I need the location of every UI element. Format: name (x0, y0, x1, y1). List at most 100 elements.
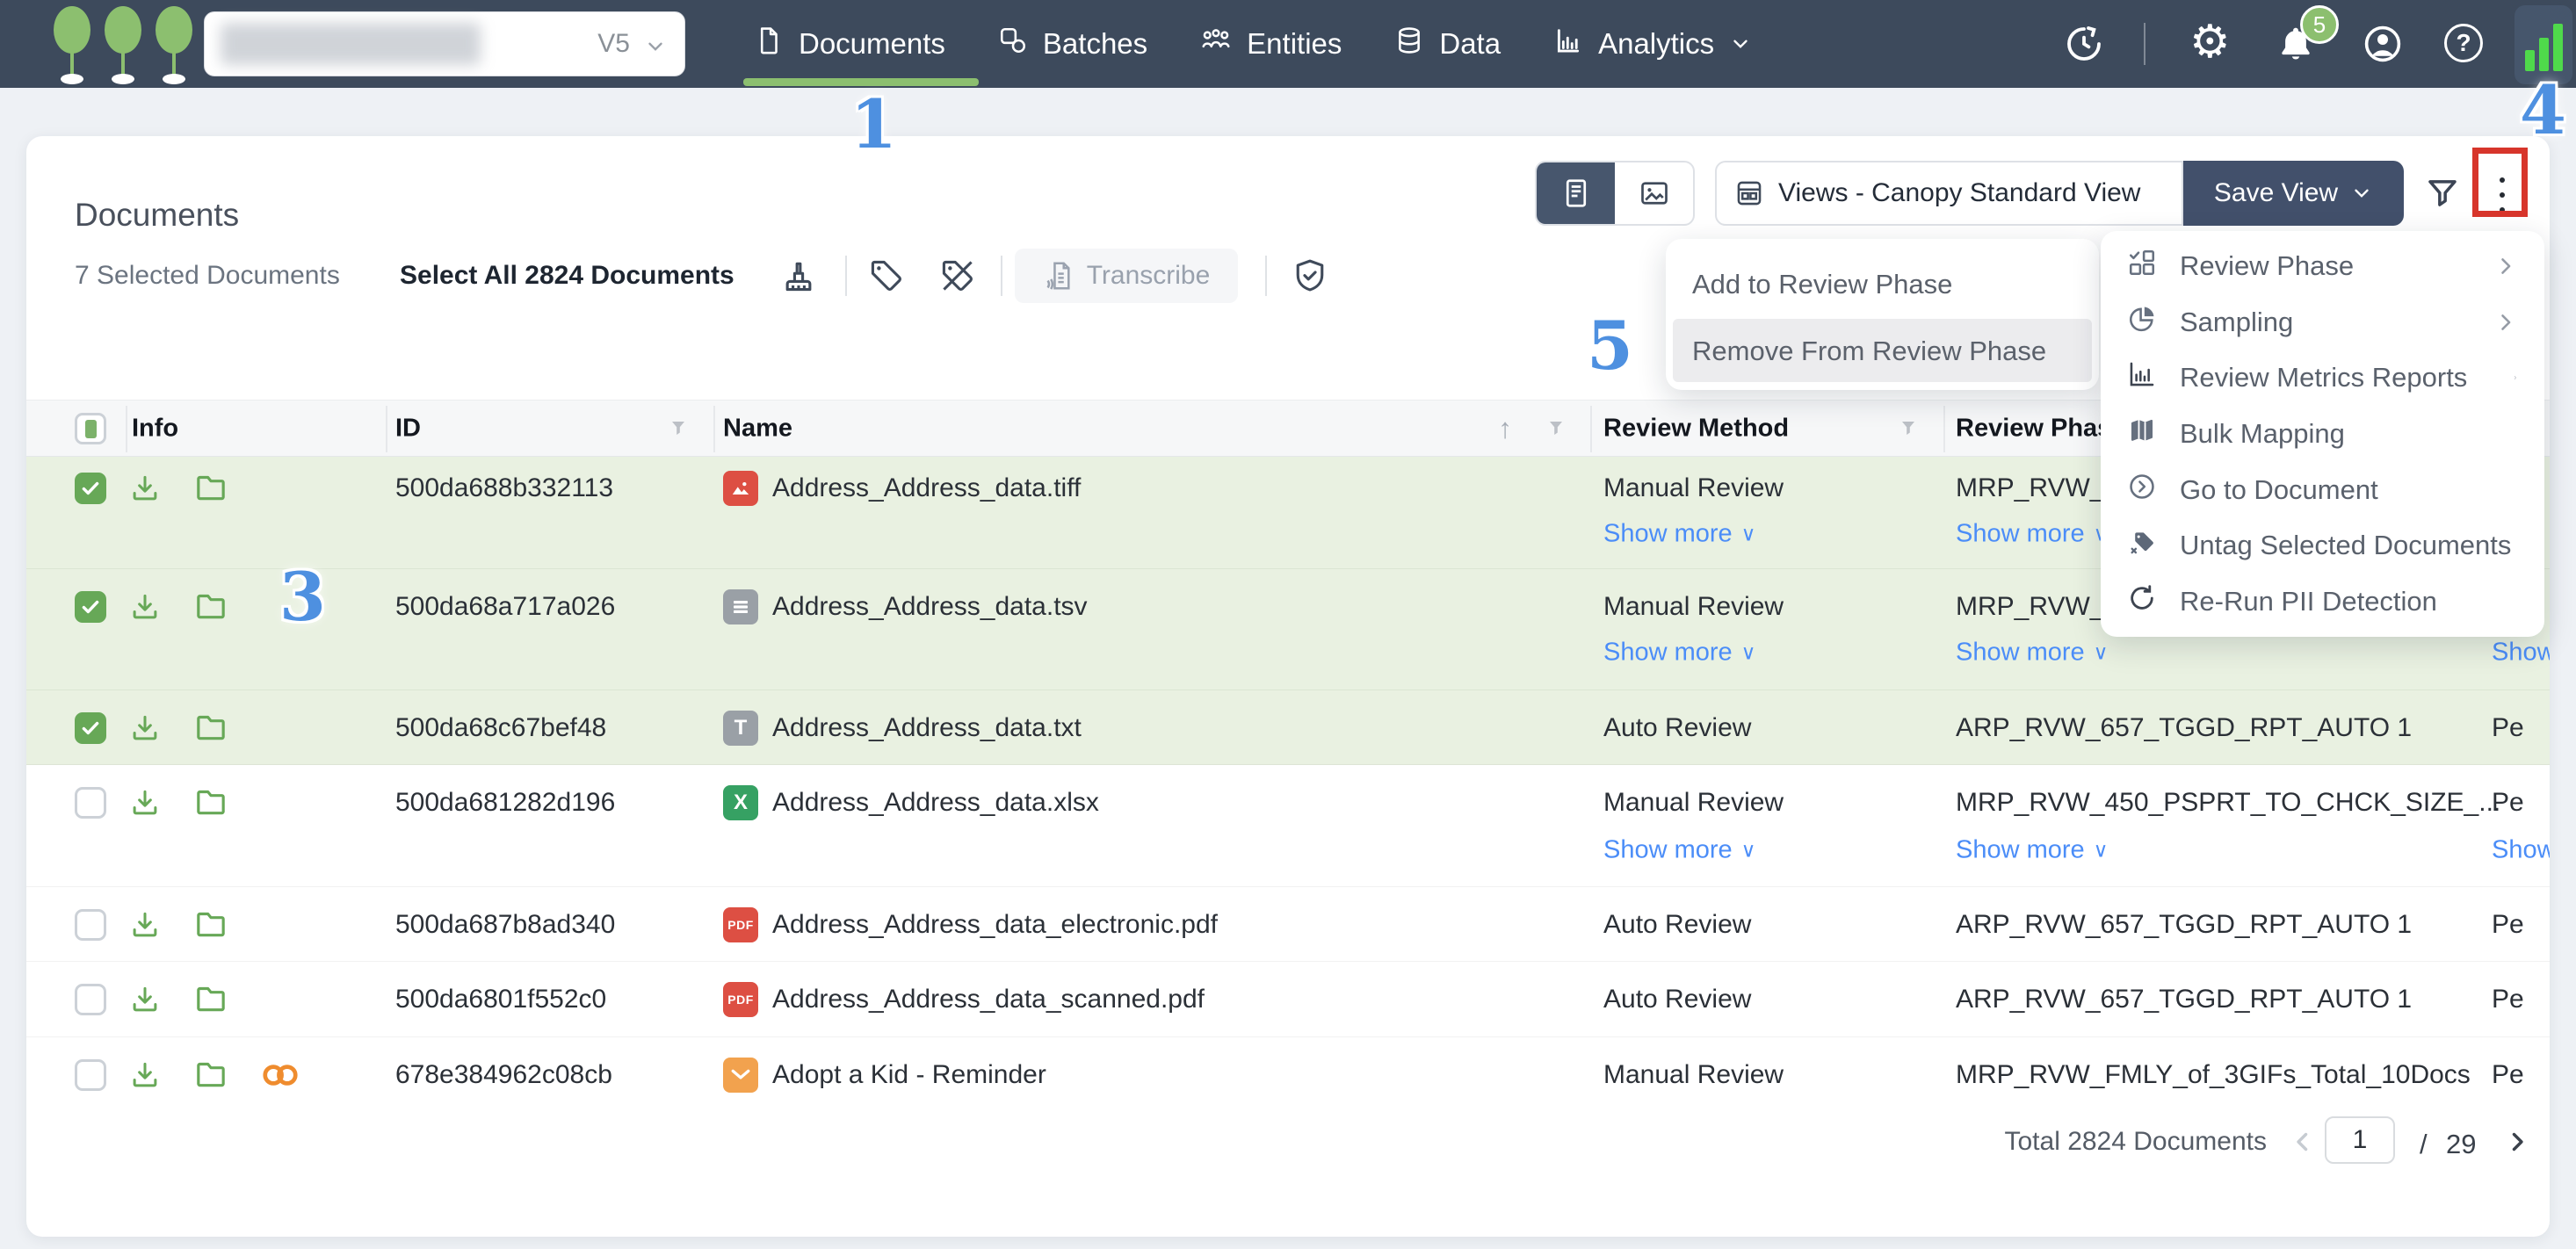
document-id: 500da68c67bef48 (395, 713, 606, 743)
folder-icon[interactable] (193, 907, 228, 942)
nav-item-batches[interactable]: Batches (998, 25, 1147, 62)
table-row: 500da68c67bef48TAddress_Address_data.txt… (26, 689, 2550, 765)
select-all-link[interactable]: Select All 2824 Documents (400, 261, 734, 291)
menu-item-sampling[interactable]: Sampling (2101, 294, 2544, 350)
clipped-column-value: Pe (2492, 1060, 2524, 1090)
row-checkbox[interactable] (75, 909, 106, 941)
clipped-show-more-link[interactable]: Show more∨ (2492, 836, 2550, 865)
document-name: Address_Address_data.xlsx (772, 788, 1099, 818)
menu-item-add-to-review-phase[interactable]: Add to Review Phase (1692, 269, 1952, 300)
table-view-button[interactable] (1537, 162, 1615, 224)
download-icon[interactable] (128, 711, 162, 745)
download-icon[interactable] (128, 908, 162, 942)
review-method-value: Manual Review (1603, 788, 1784, 818)
name-filter-icon[interactable] (1545, 418, 1567, 439)
gear-icon[interactable]: ⚙ (2189, 19, 2231, 65)
menu-item-review-phase[interactable]: Review Phase (2101, 238, 2544, 294)
total-documents-text: Total 2824 Documents (1915, 1127, 2267, 1157)
annotation-5: 5 (1587, 313, 1633, 379)
review-phase-show-more-link[interactable]: Show more∨ (1956, 520, 2109, 549)
user-avatar-icon[interactable] (2362, 23, 2404, 65)
clipped-show-more-link[interactable]: Show more∨ (2492, 639, 2550, 668)
menu-item-untag-selected-documents[interactable]: Untag Selected Documents (2101, 518, 2544, 574)
topbar: V5 Documents Batches Entities Data Analytics… (0, 0, 2576, 88)
row-checkbox[interactable] (75, 712, 106, 744)
chevron-left-icon (2288, 1127, 2318, 1157)
cleanup-broom-button[interactable] (779, 256, 818, 300)
transcribe-button[interactable]: Transcribe (1015, 249, 1238, 303)
history-icon[interactable] (2063, 23, 2105, 65)
views-selector-value: Views - Canopy Standard View (1778, 178, 2140, 208)
table-row: 500da687b8ad340PDFAddress_Address_data_e… (26, 886, 2550, 962)
row-checkbox[interactable] (75, 787, 106, 819)
page-number-input[interactable] (2325, 1116, 2395, 1164)
folder-icon[interactable] (193, 589, 228, 624)
annotation-1: 1 (850, 91, 897, 158)
row-checkbox[interactable] (75, 1059, 106, 1091)
review-phase-show-more-link[interactable]: Show more∨ (1956, 639, 2109, 668)
tag-button[interactable] (867, 256, 906, 300)
row-checkbox[interactable] (75, 591, 106, 623)
nav-item-analytics[interactable]: Analytics (1553, 25, 1752, 62)
chevron-down-icon (644, 35, 667, 58)
previous-page-button[interactable] (2288, 1127, 2318, 1161)
review-method-show-more-link[interactable]: Show more∨ (1603, 520, 1756, 549)
bulk-mapping-icon (2127, 415, 2157, 452)
download-icon[interactable] (128, 983, 162, 1016)
select-all-checkbox[interactable] (75, 413, 106, 444)
nav-item-entities[interactable]: Entities (1200, 25, 1342, 63)
review-method-value: Auto Review (1603, 985, 1751, 1014)
untag-button[interactable] (938, 256, 977, 300)
review-phase-value: MRP_RVW_ (1956, 592, 2104, 622)
document-id: 500da687b8ad340 (395, 910, 615, 940)
folder-icon[interactable] (193, 982, 228, 1017)
folder-icon[interactable] (193, 471, 228, 506)
filter-button[interactable] (2424, 175, 2461, 216)
menu-item-label: Untag Selected Documents (2180, 530, 2511, 561)
toolbar-divider (1001, 256, 1002, 296)
download-icon[interactable] (128, 1058, 162, 1092)
shield-check-icon (1291, 256, 1329, 295)
untag-icon (2127, 527, 2157, 564)
save-view-button[interactable]: Save View (2183, 161, 2404, 226)
folder-icon[interactable] (193, 1058, 228, 1093)
name-sort-icon[interactable]: ↑ (1498, 413, 1512, 445)
total-pages-text: 29 (2446, 1129, 2476, 1160)
download-icon[interactable] (128, 590, 162, 624)
folder-icon[interactable] (193, 785, 228, 820)
help-icon[interactable]: ? (2444, 24, 2483, 62)
row-checkbox[interactable] (75, 984, 106, 1015)
document-id: 500da681282d196 (395, 788, 615, 818)
review-method-show-more-link[interactable]: Show more∨ (1603, 836, 1756, 865)
nav-item-data[interactable]: Data (1394, 25, 1501, 62)
image-view-button[interactable] (1615, 162, 1693, 224)
menu-item-remove-from-review-phase[interactable]: Remove From Review Phase (1692, 336, 2046, 367)
file-type-txt-icon: T (723, 711, 758, 746)
menu-item-review-metrics-reports[interactable]: Review Metrics Reports (2101, 350, 2544, 406)
views-selector[interactable]: Views - Canopy Standard View (1715, 161, 2183, 226)
review-phase-show-more-link[interactable]: Show more∨ (1956, 836, 2109, 865)
shield-check-button[interactable] (1291, 256, 1329, 300)
id-filter-icon[interactable] (668, 418, 689, 439)
download-icon[interactable] (128, 786, 162, 819)
document-name: Address_Address_data.tsv (772, 592, 1088, 622)
next-page-button[interactable] (2502, 1127, 2532, 1161)
review-method-show-more-link[interactable]: Show more∨ (1603, 639, 1756, 668)
review-method-filter-icon[interactable] (1898, 418, 1919, 439)
menu-item-go-to-document[interactable]: Go to Document (2101, 462, 2544, 518)
file-type-tsv-icon (723, 589, 758, 624)
nav-item-documents[interactable]: Documents (754, 25, 945, 62)
clipped-column-value: Pe (2492, 713, 2524, 743)
review-method-value: Manual Review (1603, 1060, 1784, 1090)
menu-item-bulk-mapping[interactable]: Bulk Mapping (2101, 406, 2544, 462)
folder-icon[interactable] (193, 711, 228, 746)
toolbar-divider (1265, 256, 1267, 296)
download-icon[interactable] (128, 472, 162, 505)
row-checkbox[interactable] (75, 473, 106, 504)
menu-item-re-run-pii-detection[interactable]: Re-Run PII Detection (2101, 574, 2544, 630)
review-phase-value: ARP_RVW_657_TGGD_RPT_AUTO 1 (1956, 985, 2412, 1014)
workspace-selector[interactable]: V5 (204, 11, 685, 76)
menu-item-label: Sampling (2180, 307, 2293, 338)
table-row: 678e384962c08cbAdopt a Kid - ReminderMan… (26, 1036, 2550, 1113)
chevron-down-icon (1729, 32, 1752, 55)
